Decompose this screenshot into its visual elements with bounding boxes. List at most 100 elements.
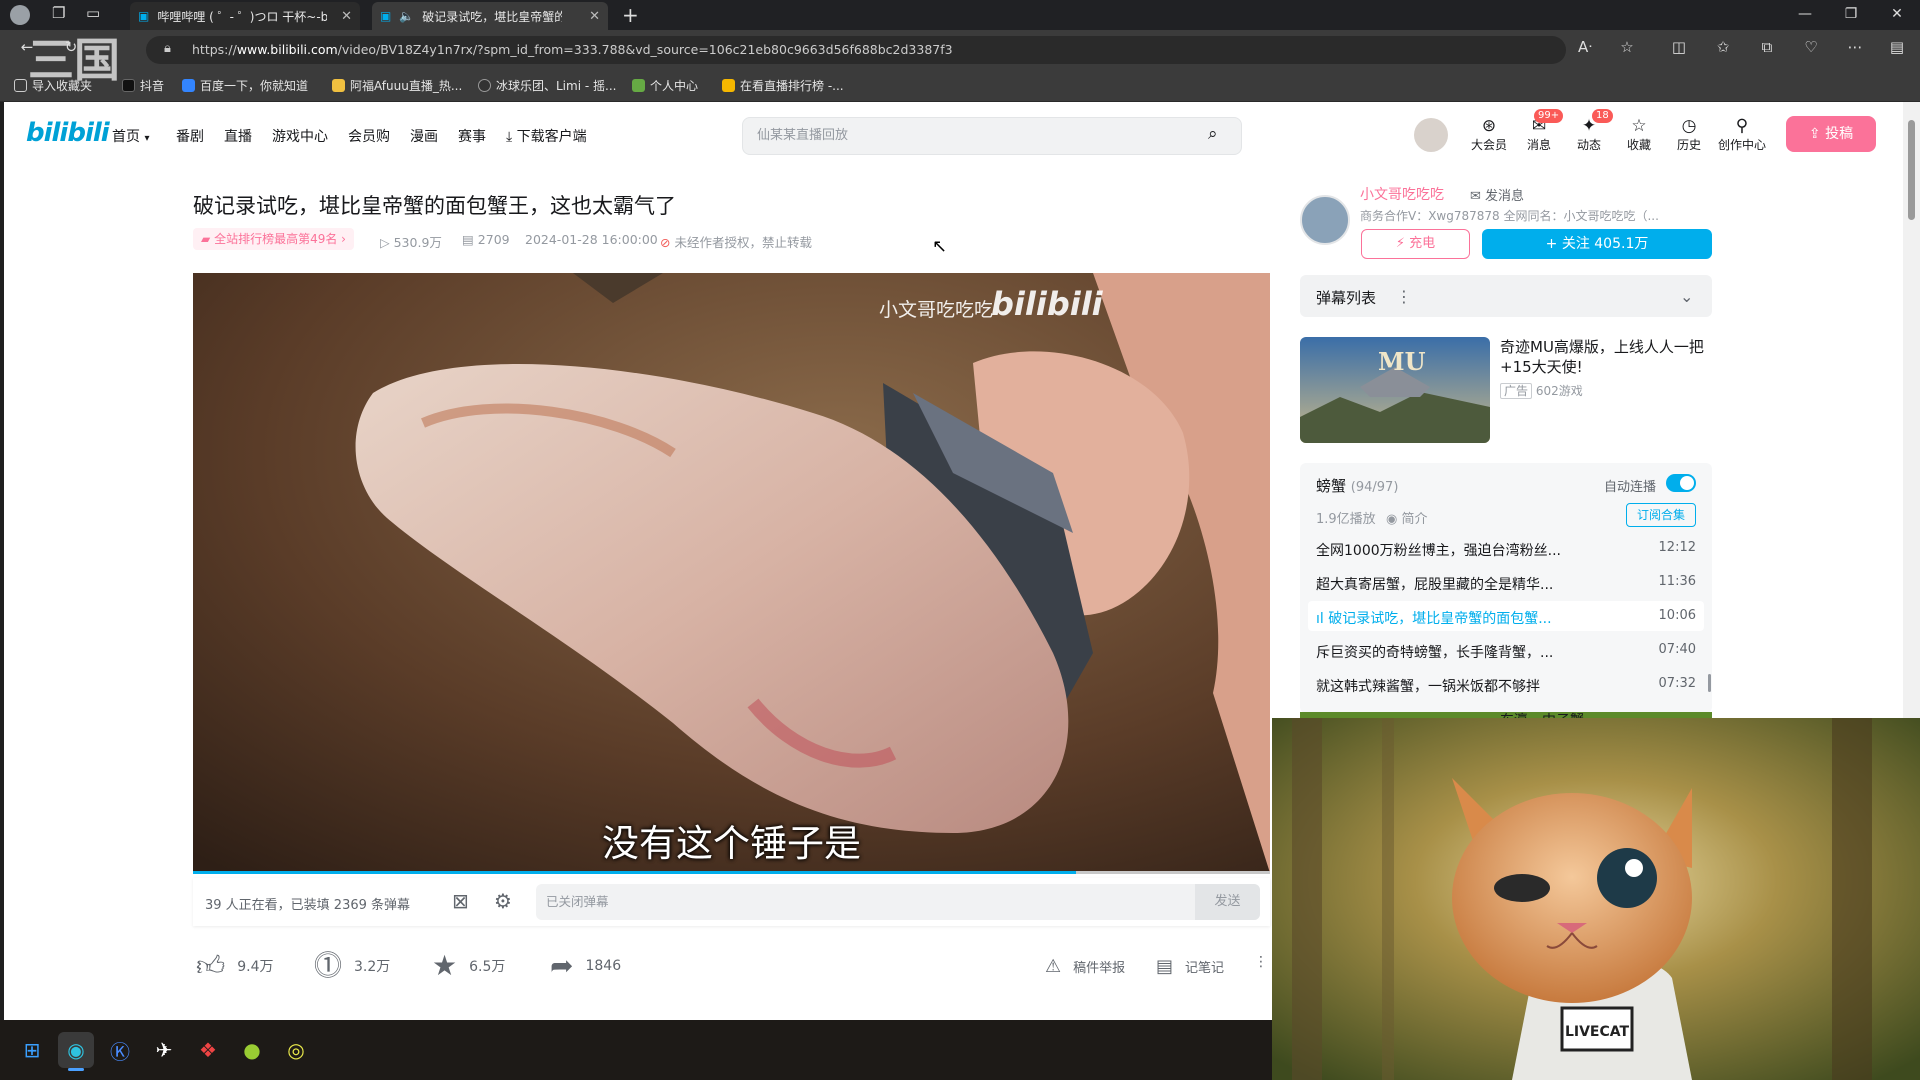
- restore-icon[interactable]: ❐: [1836, 6, 1866, 22]
- app-icon[interactable]: ●: [234, 1032, 270, 1068]
- windows-start-icon[interactable]: ⊞: [14, 1032, 50, 1068]
- share-count: 1846: [585, 958, 622, 974]
- paper-plane-icon[interactable]: ✈: [146, 1032, 182, 1068]
- next-recommendation-title[interactable]: 东瀛 - 中子蟹...: [1500, 710, 1597, 718]
- new-tab-icon[interactable]: +: [622, 3, 639, 27]
- stream-watermark-logo: 三国: [28, 33, 120, 87]
- autoplay-toggle[interactable]: [1666, 474, 1696, 492]
- subscribe-collection-button[interactable]: 订阅合集: [1626, 503, 1696, 527]
- send-message-link[interactable]: ✉ 发消息: [1470, 185, 1524, 204]
- nav-mall[interactable]: 会员购: [348, 126, 390, 146]
- playlist-item[interactable]: 斥巨资买的奇特螃蟹，长手隆背蟹，... 07:40: [1316, 642, 1696, 662]
- nav-anime[interactable]: 番剧: [176, 126, 204, 146]
- intro-label: 简介: [1401, 512, 1428, 527]
- ad-thumbnail[interactable]: MU: [1300, 337, 1490, 443]
- danmaku-send-button[interactable]: 发送: [1195, 884, 1260, 920]
- playlist-item[interactable]: 就这韩式辣酱蟹，一锅米饭都不够拌 07:32: [1316, 676, 1696, 696]
- nav-live[interactable]: 直播: [224, 126, 252, 146]
- bookmark-profile[interactable]: 个人中心: [632, 77, 698, 94]
- like-button[interactable]: 👍︎ 9.4万: [196, 952, 274, 980]
- kugou-icon[interactable]: Ⓚ: [102, 1032, 138, 1068]
- split-screen-icon[interactable]: ◫: [1666, 38, 1692, 56]
- playlist-intro[interactable]: ◉ 简介: [1386, 508, 1428, 527]
- bookmark-label: 在看直播排行榜 -...: [740, 79, 844, 93]
- header-creator-center[interactable]: ⚲ 创作中心: [1714, 116, 1770, 153]
- bookmark-label: 阿福Afuuu直播_热...: [350, 79, 463, 93]
- danmaku-list-menu-icon[interactable]: ⋮: [1396, 287, 1412, 306]
- bilibili-logo[interactable]: bilibili: [26, 118, 110, 148]
- report-button[interactable]: ⚠ 稿件举报: [1045, 956, 1125, 977]
- profile-icon[interactable]: [10, 5, 30, 25]
- uploader-name[interactable]: 小文哥吃吃吃: [1360, 184, 1444, 204]
- header-vip[interactable]: ⊛ 大会员: [1464, 116, 1514, 153]
- more-actions-icon[interactable]: ⋮: [1254, 954, 1268, 970]
- coin-count: 3.2万: [354, 959, 391, 975]
- danmaku-settings-icon[interactable]: ⚙: [494, 889, 512, 913]
- collections-icon[interactable]: ⧉: [1754, 38, 1780, 56]
- bookmark-afuuu[interactable]: 阿福Afuuu直播_热...: [332, 77, 462, 94]
- game-app-icon[interactable]: ❖: [190, 1032, 226, 1068]
- danmaku-input[interactable]: 已关闭弹幕: [536, 884, 1260, 920]
- header-history[interactable]: ◷ 历史: [1664, 116, 1714, 153]
- publish-date: 2024-01-28 16:00:00: [525, 232, 658, 247]
- favorite-star-icon[interactable]: ☆: [1614, 38, 1640, 56]
- charge-button[interactable]: ⚡ 充电: [1361, 229, 1470, 259]
- playlist-header: 螃蟹 (94/97): [1316, 475, 1398, 496]
- obs-icon[interactable]: ◎: [278, 1032, 314, 1068]
- minimize-icon[interactable]: —: [1790, 6, 1820, 22]
- close-tab-icon[interactable]: ✕: [589, 9, 600, 24]
- workspaces-icon[interactable]: ❐: [52, 4, 65, 22]
- search-icon[interactable]: ⌕: [1208, 124, 1218, 144]
- bookmark-music[interactable]: 冰球乐团、Limi - 摇...: [478, 77, 616, 94]
- playlist-item-current[interactable]: ıl 破记录试吃，堪比皇帝蟹的面包蟹... 10:06: [1316, 608, 1696, 628]
- playlist-item-duration: 07:32: [1658, 676, 1696, 691]
- nav-manga[interactable]: 漫画: [410, 126, 438, 146]
- browser-tab[interactable]: ▣ 哔哩哔哩 ( ゜- ゜)つロ 干杯~-bilib ✕: [130, 2, 360, 30]
- header-favorites[interactable]: ☆ 收藏: [1614, 116, 1664, 153]
- user-avatar[interactable]: [1414, 118, 1448, 152]
- star-icon: ★: [432, 949, 458, 982]
- rank-badge[interactable]: ▰ 全站排行榜最高第49名 ›: [193, 228, 354, 250]
- bookmark-baidu[interactable]: 百度一下，你就知道: [182, 77, 308, 94]
- coin-button[interactable]: ⓵ 3.2万: [314, 952, 390, 980]
- browser-essentials-icon[interactable]: ♡: [1798, 38, 1824, 56]
- playlist-scrollbar[interactable]: [1708, 674, 1711, 692]
- follow-button[interactable]: + 关注 405.1万: [1482, 229, 1712, 259]
- browser-tab-active[interactable]: ▣ 🔈 破记录试吃，堪比皇帝蟹的面包 ✕: [372, 2, 608, 30]
- url-field[interactable]: https://www.bilibili.com/video/BV18Z4y1n…: [146, 36, 1566, 64]
- playlist-item-title: 全网1000万粉丝博主，强迫台湾粉丝...: [1316, 543, 1561, 559]
- vertical-tabs-icon[interactable]: ▭: [86, 4, 100, 22]
- uploader-avatar[interactable]: [1300, 195, 1350, 245]
- share-button[interactable]: ➦ 1846: [550, 952, 621, 980]
- scrollbar-thumb[interactable]: [1908, 120, 1915, 220]
- read-aloud-icon[interactable]: Aᐧ: [1572, 38, 1598, 56]
- nav-game-center[interactable]: 游戏中心: [272, 126, 328, 146]
- video-player[interactable]: 小文哥吃吃吃 bilibili 没有这个锤子是: [193, 273, 1270, 873]
- notes-button[interactable]: ▤ 记笔记: [1156, 956, 1224, 977]
- lock-icon[interactable]: 🔒︎: [164, 41, 171, 56]
- follow-label: 关注 405.1万: [1561, 236, 1649, 252]
- close-tab-icon[interactable]: ✕: [341, 9, 352, 24]
- more-menu-icon[interactable]: ⋯: [1842, 38, 1868, 56]
- nav-home[interactable]: 首页 ▾: [112, 126, 149, 146]
- nav-download-client[interactable]: ⤓ 下载客户端: [506, 126, 587, 146]
- edge-browser-icon[interactable]: ◉: [58, 1032, 94, 1068]
- favorites-icon[interactable]: ✩: [1710, 38, 1736, 56]
- rank-icon: ▰: [201, 232, 211, 246]
- header-icon-label: 大会员: [1470, 138, 1507, 152]
- upload-button[interactable]: ⇪ 投稿: [1786, 116, 1876, 152]
- close-window-icon[interactable]: ✕: [1882, 6, 1912, 22]
- speaker-icon[interactable]: 🔈: [399, 9, 414, 23]
- favorite-button[interactable]: ★ 6.5万: [432, 952, 505, 980]
- ad-title[interactable]: 奇迹MU高爆版，上线人人一把+15大天使!: [1500, 337, 1710, 377]
- playlist-item[interactable]: 超大真寄居蟹，屁股里藏的全是精华... 11:36: [1316, 574, 1696, 594]
- playlist-item[interactable]: 全网1000万粉丝博主，强迫台湾粉丝... 12:12: [1316, 540, 1696, 560]
- chevron-down-icon[interactable]: ⌄: [1680, 287, 1693, 306]
- send-message-label: 发消息: [1485, 189, 1525, 204]
- nav-esports[interactable]: 赛事: [458, 126, 486, 146]
- bookmark-live-rank[interactable]: 在看直播排行榜 -...: [722, 77, 844, 94]
- danmaku-toggle-icon[interactable]: ⊠: [452, 889, 469, 913]
- dynamics-badge: 18: [1592, 109, 1613, 123]
- search-input[interactable]: 仙某某直播回放: [742, 117, 1242, 155]
- sidebar-toggle-icon[interactable]: ▤: [1884, 38, 1910, 56]
